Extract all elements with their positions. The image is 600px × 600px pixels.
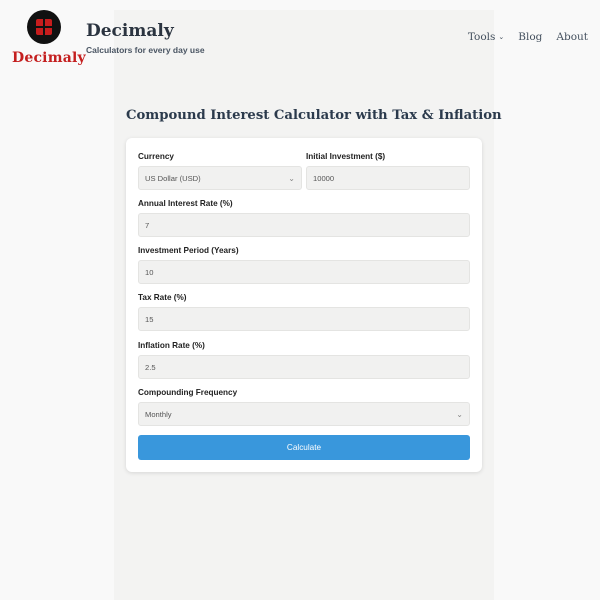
site-title[interactable]: Decimaly (86, 21, 174, 41)
inflation-rate-label: Inflation Rate (%) (138, 341, 205, 350)
nav-item-label: About (556, 31, 588, 43)
inflation-rate-field: Inflation Rate (%) (138, 341, 470, 379)
chevron-down-icon: ⌄ (498, 32, 505, 41)
logo-wordmark: Decimaly (12, 50, 86, 66)
chevron-down-icon: ⌄ (456, 409, 463, 419)
interest-rate-input[interactable] (138, 213, 470, 237)
main-nav: Tools ⌄ Blog About (468, 31, 588, 43)
period-label: Investment Period (Years) (138, 246, 239, 255)
compounding-field: Compounding Frequency Monthly ⌄ (138, 388, 470, 426)
initial-investment-input[interactable] (306, 166, 470, 190)
compounding-select[interactable]: Monthly ⌄ (138, 402, 470, 426)
currency-select[interactable]: US Dollar (USD) ⌄ (138, 166, 302, 190)
currency-field: Currency US Dollar (USD) ⌄ (138, 152, 302, 190)
nav-item-label: Blog (518, 31, 543, 43)
nav-item-blog[interactable]: Blog (518, 31, 542, 43)
calculate-button[interactable]: Calculate (138, 435, 470, 460)
interest-rate-label: Annual Interest Rate (%) (138, 199, 233, 208)
calculator-card: Currency US Dollar (USD) ⌄ Initial Inves… (126, 138, 482, 472)
initial-investment-field: Initial Investment ($) (306, 152, 470, 190)
nav-item-label: Tools (467, 31, 496, 43)
site-logo[interactable]: Decimaly (8, 10, 86, 70)
nav-item-tools[interactable]: Tools ⌄ (468, 31, 504, 43)
compounding-label: Compounding Frequency (138, 388, 238, 397)
initial-investment-label: Initial Investment ($) (306, 152, 386, 161)
currency-value: US Dollar (USD) (145, 173, 201, 183)
inflation-rate-input[interactable] (138, 355, 470, 379)
period-field: Investment Period (Years) (138, 246, 470, 284)
interest-rate-field: Annual Interest Rate (%) (138, 199, 470, 237)
tax-rate-input[interactable] (138, 307, 470, 331)
site-tagline: Calculators for every day use (86, 45, 205, 55)
logo-grid-icon (27, 10, 61, 44)
nav-item-about[interactable]: About (556, 31, 588, 43)
period-input[interactable] (138, 260, 470, 284)
tax-rate-label: Tax Rate (%) (138, 293, 187, 302)
currency-label: Currency (138, 152, 174, 161)
tax-rate-field: Tax Rate (%) (138, 293, 470, 331)
chevron-down-icon: ⌄ (288, 173, 295, 183)
page-title: Compound Interest Calculator with Tax & … (126, 108, 502, 123)
compounding-value: Monthly (145, 409, 172, 419)
